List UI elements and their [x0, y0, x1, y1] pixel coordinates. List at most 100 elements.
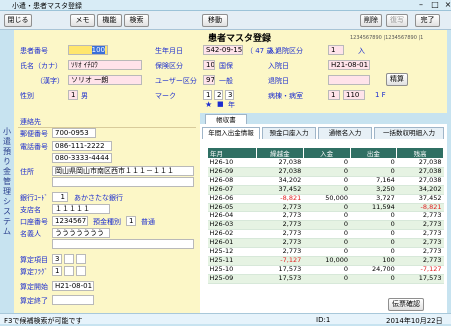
- table-row[interactable]: H25-11 -7,127 10,000 100 2,773: [207, 256, 444, 266]
- cell-year-month: H26-06: [207, 194, 257, 204]
- table-row[interactable]: H26-01 2,773 0 0 2,773: [207, 238, 444, 249]
- name-kana-field[interactable]: ｿﾘｵ ｲﾁﾛｳ: [68, 60, 142, 70]
- maximize-icon[interactable]: □: [428, 0, 442, 10]
- cell-deposit: 0: [303, 238, 350, 249]
- table-row[interactable]: H26-07 37,452 0 3,250 34,202: [207, 185, 444, 195]
- done-button[interactable]: 完了: [415, 14, 440, 27]
- admission-class-code-field[interactable]: 1: [328, 45, 344, 55]
- table-row[interactable]: H26-06 -8,821 50,000 3,727 37,452: [207, 194, 444, 204]
- cell-year-month: H26-09: [207, 167, 257, 177]
- ward-field[interactable]: 1: [328, 90, 340, 100]
- cell-withdrawal: 0: [350, 220, 397, 231]
- table-header-row: 年月 繰越金 入金 出金 残高: [207, 147, 444, 159]
- table-row[interactable]: H26-03 2,773 0 0 2,773: [207, 220, 444, 231]
- admission-date-field[interactable]: H21-08-01: [328, 60, 370, 70]
- admission-class-label: 入退院区分: [268, 47, 303, 55]
- room-field[interactable]: 110: [343, 90, 365, 100]
- system-name-vertical: 小遣預り金管理システム: [3, 127, 11, 236]
- user-class-code-field[interactable]: 97: [203, 75, 215, 85]
- table-row[interactable]: H25-10 17,573 0 24,700 -7,127: [207, 265, 444, 275]
- tab-bulk-detail[interactable]: 一括数収明細入力: [374, 127, 444, 139]
- table-row[interactable]: H26-09 27,038 0 0 27,038: [207, 167, 444, 177]
- cell-deposit: 0: [303, 158, 350, 168]
- cell-year-month: H25-09: [207, 274, 257, 284]
- account-no-field[interactable]: 1234567: [52, 216, 88, 226]
- table-row[interactable]: H26-08 34,202 0 7,164 27,038: [207, 176, 444, 186]
- table-row[interactable]: H26-05 2,773 0 11,594 -8,821: [207, 203, 444, 213]
- bank-code-field[interactable]: 1: [52, 192, 68, 202]
- calc-flag-field[interactable]: 1: [52, 266, 62, 276]
- cell-withdrawal: 7,164: [350, 176, 397, 186]
- branch-label: 支店名: [20, 206, 41, 214]
- contact-divider: [18, 127, 196, 128]
- memo-button[interactable]: メモ: [70, 14, 95, 27]
- deposit-type-code-field[interactable]: 1: [126, 216, 136, 226]
- delete-button[interactable]: 削除: [360, 14, 382, 27]
- function-button[interactable]: 機能: [97, 14, 122, 27]
- calc-end-field[interactable]: [52, 295, 94, 305]
- mark-3-field[interactable]: 3: [225, 90, 234, 100]
- ward-label: 病棟・病室: [268, 92, 303, 100]
- calc-item3-field[interactable]: [76, 254, 86, 264]
- sex-text: 男: [81, 92, 88, 100]
- birth-field[interactable]: S42-09-15: [203, 45, 243, 55]
- phone1-field[interactable]: 086-111-2222: [52, 141, 112, 151]
- calc-start-field[interactable]: H21-08-01: [52, 281, 94, 291]
- voucher-confirm-button[interactable]: 伝票確認: [388, 298, 424, 311]
- table-row[interactable]: H26-10 27,038 0 0 27,038: [207, 158, 444, 168]
- undo-button[interactable]: 復写: [386, 14, 408, 27]
- search-button[interactable]: 検索: [124, 14, 149, 27]
- cell-withdrawal: 0: [350, 238, 397, 249]
- cell-withdrawal: 24,700: [350, 265, 397, 275]
- floor-text: 1 F: [375, 91, 386, 99]
- calc-flag3-field[interactable]: [76, 266, 86, 276]
- annual-transactions-table: 年月 繰越金 入金 出金 残高 H26-10 27,038 0 0 27,038 H26-…: [207, 147, 444, 284]
- minimize-icon[interactable]: –: [414, 0, 428, 10]
- postal-field[interactable]: 700-0953: [52, 128, 96, 138]
- holder-label: 名義人: [20, 230, 41, 238]
- cell-withdrawal: 0: [350, 274, 397, 284]
- tab-deposit-account[interactable]: 預金口座入力: [262, 127, 316, 139]
- settle-button[interactable]: 精算: [386, 73, 408, 86]
- cell-carryover: 27,038: [256, 167, 304, 177]
- tab-passbook[interactable]: 通帳名入力: [318, 127, 372, 139]
- sex-code-field[interactable]: 1: [68, 90, 78, 100]
- tab-annual-info[interactable]: 年間入出金情報: [202, 127, 260, 139]
- bank-name-text: あかさたな銀行: [74, 194, 123, 202]
- table-row[interactable]: H26-02 2,773 0 0 2,773: [207, 229, 444, 240]
- discharge-date-field[interactable]: [328, 75, 370, 85]
- address-label: 住所: [20, 168, 34, 176]
- cell-balance: 27,038: [396, 167, 444, 177]
- table-row[interactable]: H26-04 2,773 0 0 2,773: [207, 212, 444, 222]
- account-label: 口座番号: [20, 218, 48, 226]
- discharge-date-label: 退院日: [268, 77, 289, 85]
- patient-no-label: 患者番号: [20, 47, 48, 55]
- cell-balance: 17,573: [396, 274, 444, 284]
- cell-balance: 34,202: [396, 185, 444, 195]
- status-bar: F3で候補検索が可能です ID:1 2014年10月22日: [0, 313, 451, 325]
- insurance-code-field[interactable]: 10: [203, 60, 215, 70]
- table-row[interactable]: H25-09 17,573 0 0 17,573: [207, 274, 444, 284]
- cell-year-month: H26-07: [207, 185, 257, 195]
- holder2-field[interactable]: [52, 239, 194, 249]
- calc-flag2-field[interactable]: [64, 266, 74, 276]
- cell-deposit: 10,000: [303, 256, 350, 266]
- calc-item-field[interactable]: 3: [52, 254, 62, 264]
- cell-deposit: 0: [303, 167, 350, 177]
- status-message: F3で候補検索が可能です: [4, 317, 83, 325]
- mark-2-field[interactable]: 2: [214, 90, 223, 100]
- close-button[interactable]: 閉じる: [4, 14, 32, 27]
- address2-field[interactable]: [52, 177, 194, 187]
- page-title: 患者マスタ登録: [208, 34, 272, 44]
- cell-year-month: H26-08: [207, 176, 257, 186]
- phone2-field[interactable]: 080-3333-4444: [52, 153, 112, 163]
- calc-item2-field[interactable]: [64, 254, 74, 264]
- address-field[interactable]: 岡山県岡山市南区西市１１１－１１１: [52, 166, 194, 176]
- close-window-icon[interactable]: ×: [441, 0, 451, 10]
- mark-1-field[interactable]: 1: [203, 90, 212, 100]
- move-button[interactable]: 移動: [202, 14, 228, 27]
- name-kanji-field[interactable]: ソリオ 一朗: [68, 75, 142, 85]
- holder-field[interactable]: ううううううう: [52, 228, 110, 238]
- patient-no-field[interactable]: 100: [68, 45, 108, 55]
- branch-field[interactable]: １１１１１: [52, 204, 110, 214]
